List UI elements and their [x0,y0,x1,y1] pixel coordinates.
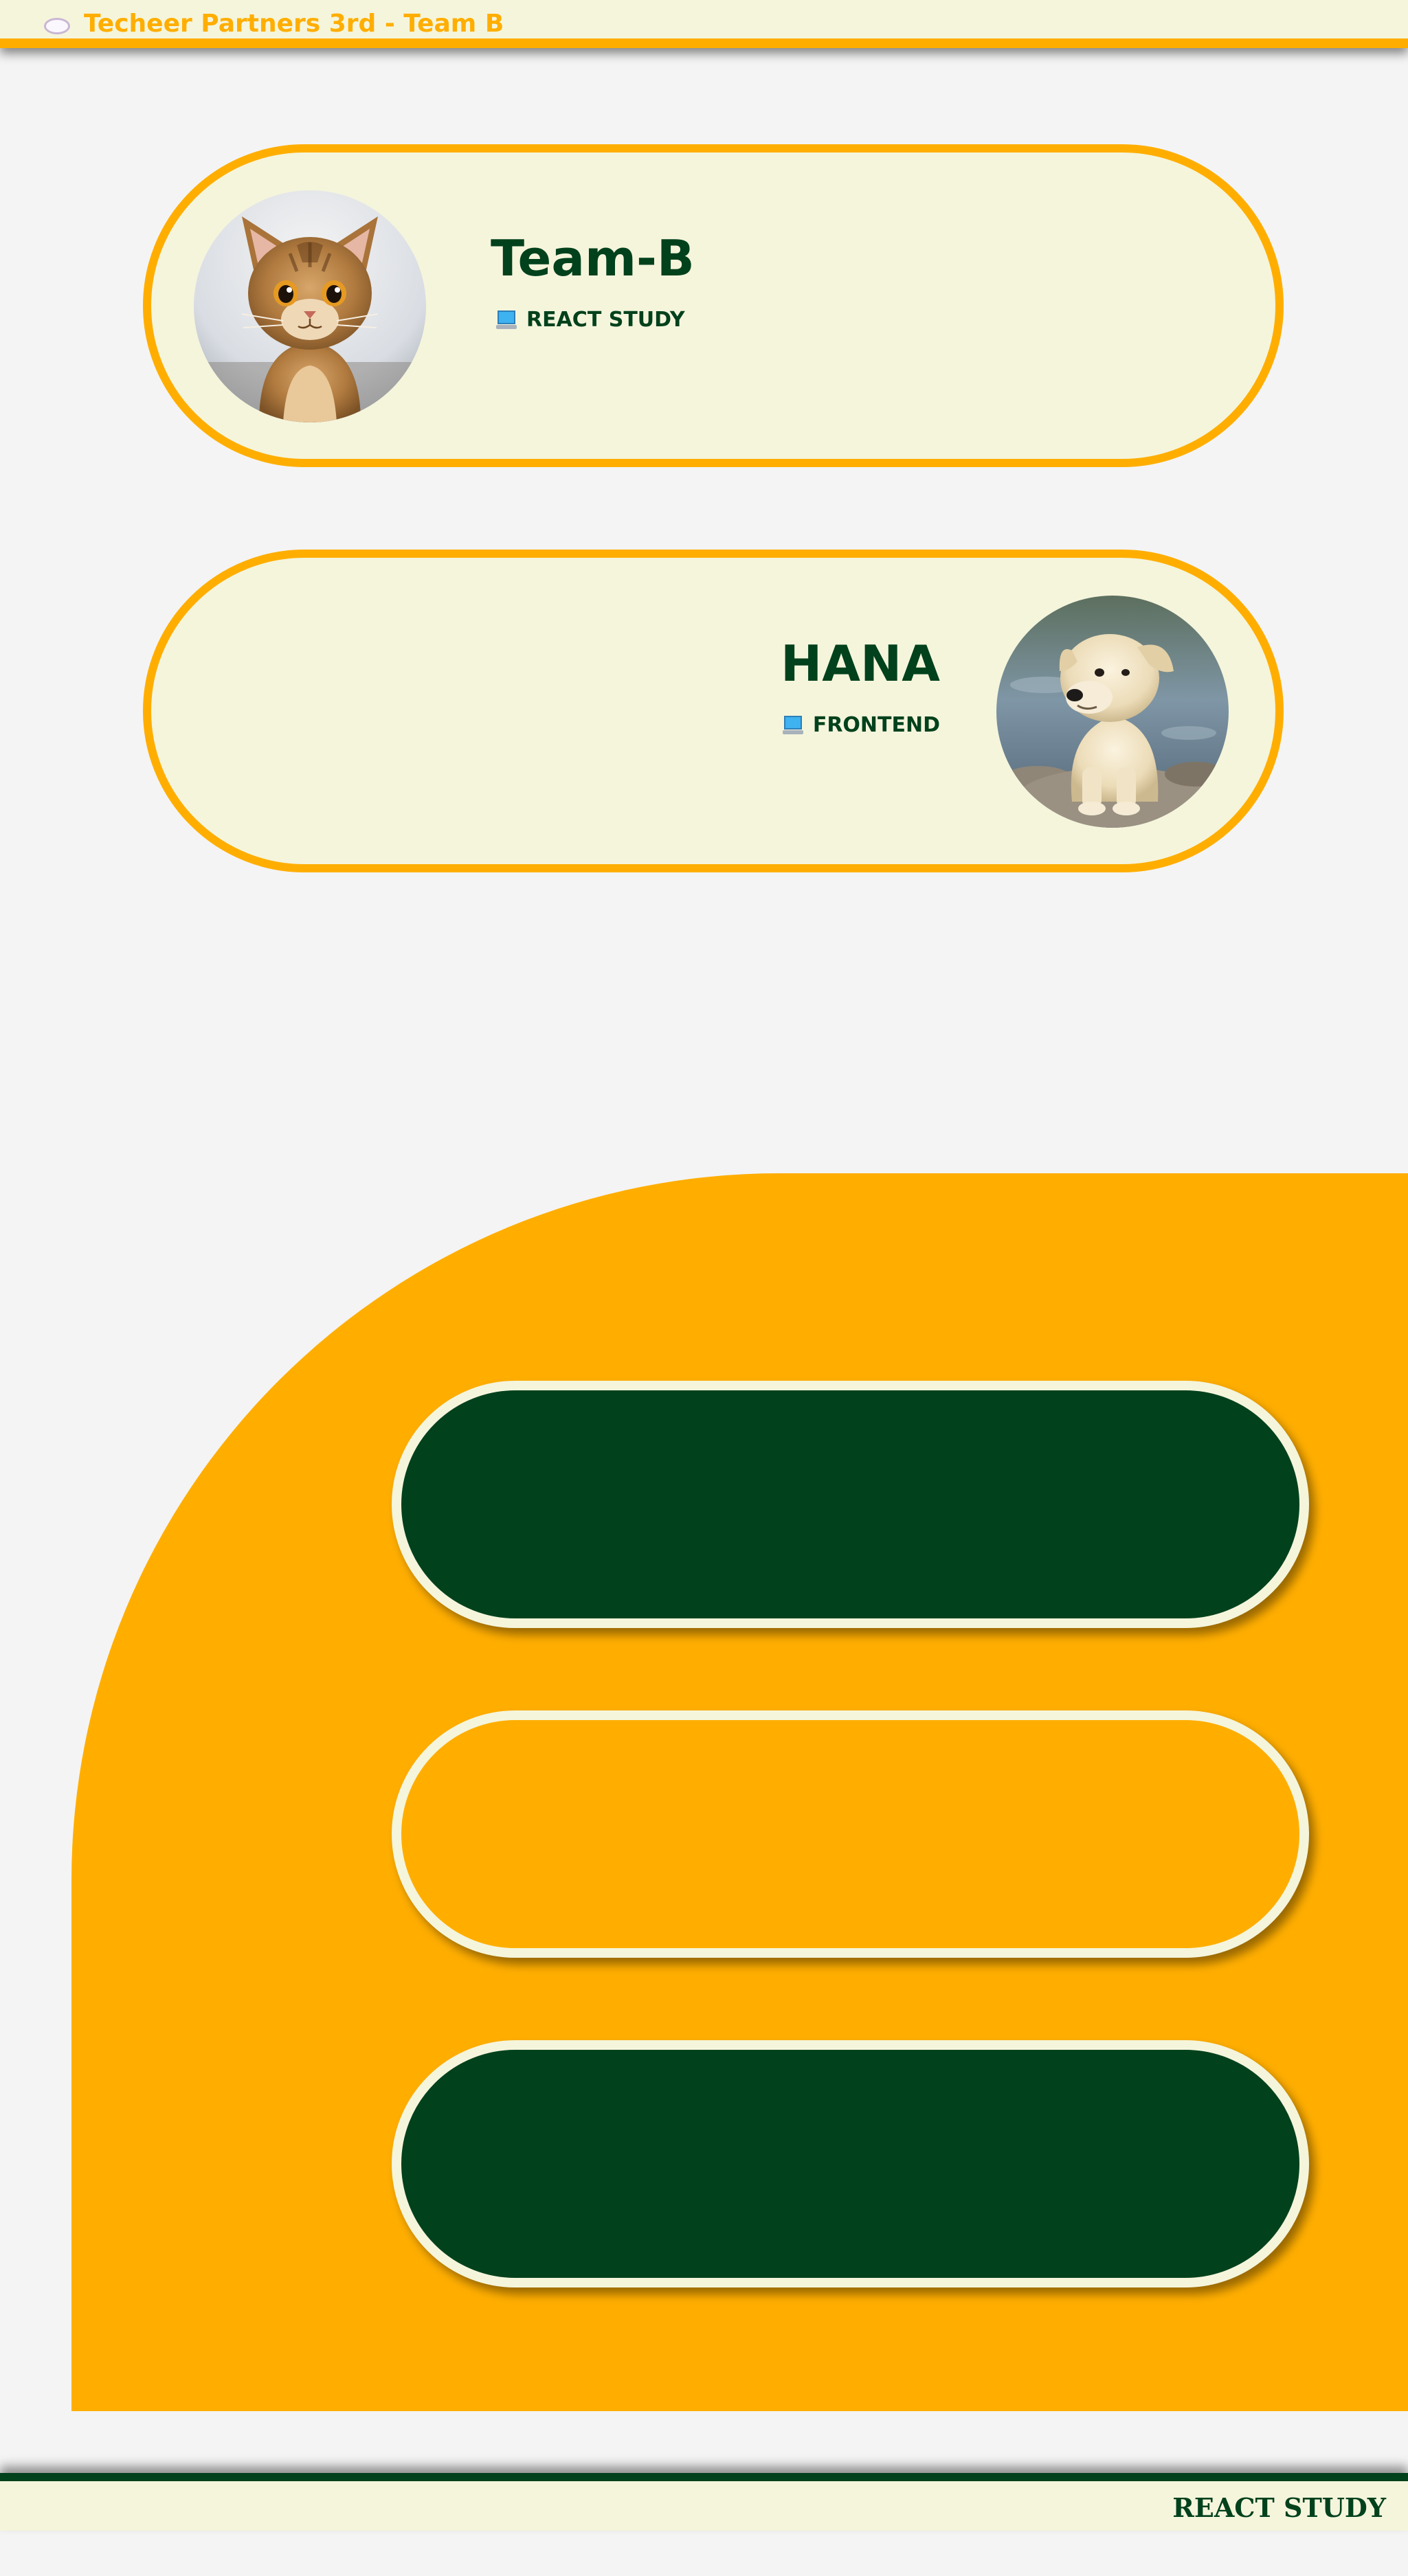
footer-label: REACT STUDY [1172,2492,1386,2523]
menu-button-1[interactable] [392,1381,1309,1628]
laptop-icon [782,715,803,735]
member-name: HANA [781,635,940,692]
member-profile-card: HANA FRONTEND [143,550,1284,872]
footer-bar: REACT STUDY [0,2473,1408,2531]
page: Techeer Partners 3rd - Team B Team-B REA… [0,0,1408,2576]
member-role-label: FRONTEND [812,713,940,737]
menu-button-3[interactable] [392,2040,1309,2287]
laptop-icon [496,310,517,330]
team-name: Team-B [491,229,695,287]
site-title[interactable]: Techeer Partners 3rd - Team B [84,10,504,38]
kitten-photo [194,190,426,422]
member-role: FRONTEND [782,713,940,737]
cloud-icon [44,18,70,34]
team-subtitle-label: REACT STUDY [526,308,685,332]
puppy-photo [996,596,1229,828]
team-profile-card: Team-B REACT STUDY [143,144,1284,467]
menu-button-2[interactable] [392,1710,1309,1958]
top-bar: Techeer Partners 3rd - Team B [0,0,1408,48]
team-subtitle: REACT STUDY [496,308,685,332]
